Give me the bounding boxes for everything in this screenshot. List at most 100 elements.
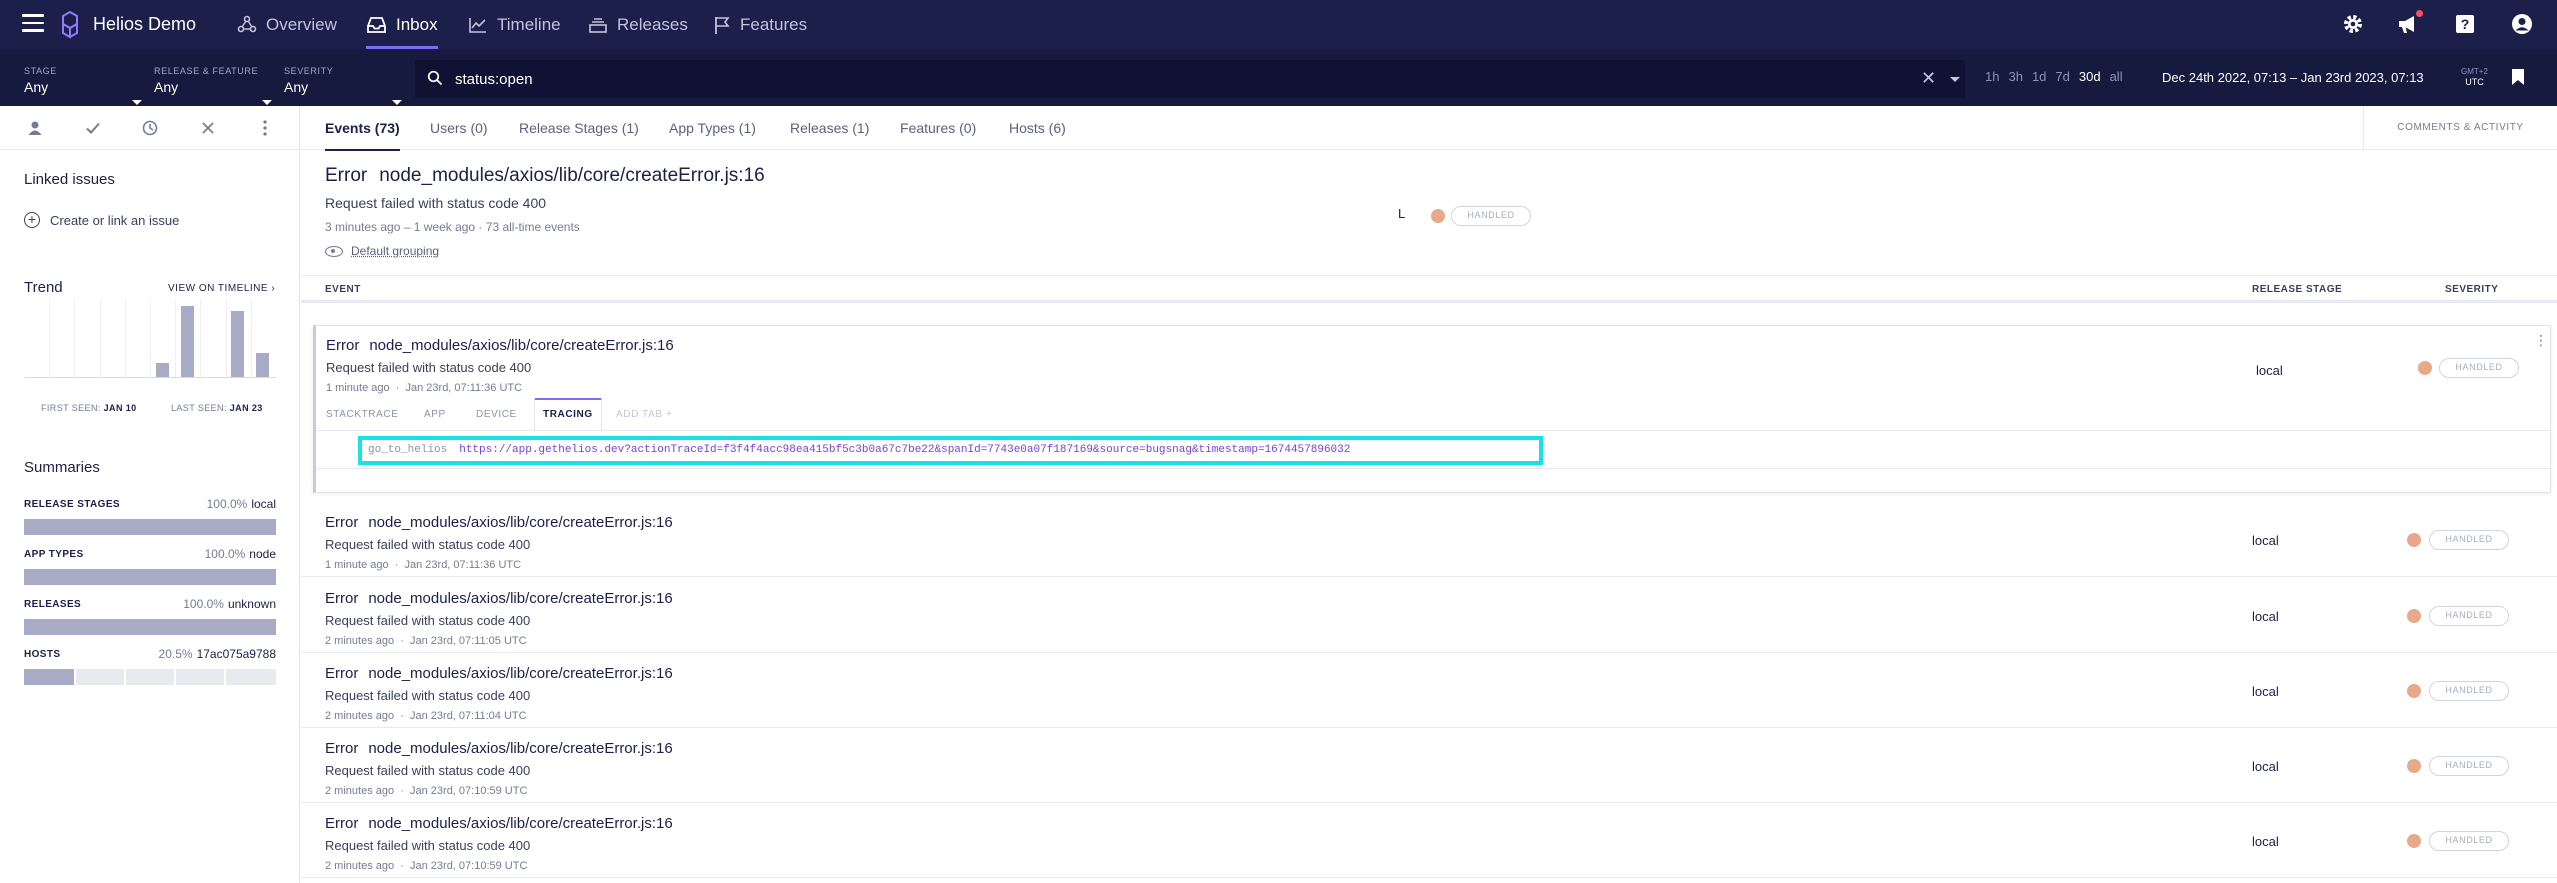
summary-top-value: local [251,497,276,511]
event-detail-tabs: STACKTRACE APP DEVICE TRACING ADD TAB + [316,398,2551,431]
trend-bar[interactable] [155,362,169,377]
range-all[interactable]: all [2110,69,2123,84]
event-row[interactable]: Error node_modules/axios/lib/core/createE… [301,502,2557,577]
event-row[interactable]: Error node_modules/axios/lib/core/createE… [301,578,2557,653]
clear-search-icon[interactable]: ✕ [1921,68,1936,89]
bar-divider [74,669,76,685]
search-input[interactable] [455,68,1835,90]
trend-bar[interactable] [256,353,270,377]
create-link-issue-button[interactable]: + Create or link an issue [24,212,179,228]
handled-badge[interactable]: HANDLED [2429,681,2509,701]
handled-badge[interactable]: HANDLED [1451,206,1531,226]
summary-percent: 100.0% [206,497,248,511]
handled-badge[interactable]: HANDLED [2429,831,2509,851]
stage-filter-label: STAGE [24,66,57,76]
view-on-timeline-link[interactable]: VIEW ON TIMELINE › [168,283,275,294]
error-message: Request failed with status code 400 [325,195,547,211]
nav-item-inbox[interactable]: Inbox [366,0,438,49]
summary-percent: 100.0% [204,547,246,561]
nav-item-features[interactable]: Features [713,0,807,49]
tracing-link[interactable]: https://app.gethelios.dev?actionTraceId=… [459,444,1350,456]
tab-features[interactable]: Features (0) [900,120,976,136]
summary-top-value: 17ac075a9788 [196,647,276,661]
assign-icon[interactable] [23,116,47,140]
bookmark-icon[interactable] [2511,68,2525,86]
handled-badge[interactable]: HANDLED [2429,606,2509,626]
tab-device[interactable]: DEVICE [476,409,517,420]
range-1d[interactable]: 1d [2032,69,2046,84]
handled-badge[interactable]: HANDLED [2429,530,2509,550]
release-feature-filter-value: Any [154,79,179,95]
trend-bar[interactable] [231,310,245,377]
nav-item-releases[interactable]: Releases [588,0,688,49]
event-row[interactable]: Error node_modules/axios/lib/core/createE… [301,653,2557,728]
tab-app[interactable]: APP [424,409,446,420]
range-3h[interactable]: 3h [2008,69,2022,84]
overview-icon [237,15,257,32]
trend-bar[interactable] [180,306,194,377]
event-row[interactable]: Error node_modules/axios/lib/core/createE… [301,803,2557,878]
event-date: Jan 23rd, 07:10:59 UTC [410,860,528,872]
snooze-clock-icon[interactable] [138,116,162,140]
release-feature-filter-label: RELEASE & FEATURE [154,66,259,76]
range-30d[interactable]: 30d [2079,69,2101,84]
brand-name[interactable]: Helios Demo [93,14,196,35]
summary-releases[interactable]: RELEASES 100.0% unknown [24,597,276,635]
trend-title: Trend [24,279,63,296]
event-row[interactable]: Error node_modules/axios/lib/core/createE… [301,728,2557,803]
more-vertical-icon[interactable] [253,116,277,140]
release-feature-filter[interactable]: RELEASE & FEATURE Any [154,66,272,105]
tab-releases[interactable]: Releases (1) [790,120,869,136]
discard-close-icon[interactable] [196,116,220,140]
date-range-picker[interactable]: Dec 24th 2022, 07:13 – Jan 23rd 2023, 07… [2162,70,2424,85]
timezone-toggle[interactable]: GMT+2 UTC [2461,66,2488,88]
resolve-check-icon[interactable] [81,116,105,140]
tab-events[interactable]: Events (73) [325,120,400,151]
summary-release-stages[interactable]: RELEASE STAGES 100.0% local [24,497,276,535]
summary-hosts[interactable]: HOSTS 20.5% 17ac075a9788 [24,647,276,685]
gear-icon[interactable] [2341,12,2365,36]
severity-filter-label: SEVERITY [284,66,334,76]
expanded-event-row[interactable]: Error node_modules/axios/lib/core/createE… [313,325,2551,493]
nav-item-overview[interactable]: Overview [237,0,337,49]
tab-stacktrace[interactable]: STACKTRACE [326,409,399,420]
add-tab-button[interactable]: ADD TAB + [616,409,672,420]
handled-badge[interactable]: HANDLED [2439,358,2519,378]
event-relative-time: 1 minute ago [326,382,390,394]
stage-filter[interactable]: STAGE Any [24,66,142,105]
summary-bar-fill [24,619,276,635]
bar-divider [224,669,226,685]
more-vertical-icon[interactable]: ⋮ [2534,332,2548,349]
tab-tracing[interactable]: TRACING [534,398,602,431]
megaphone-icon[interactable] [2396,10,2423,36]
summary-app-types[interactable]: APP TYPES 100.0% node [24,547,276,585]
trend-gridline [49,299,51,377]
trend-gridline [175,299,177,377]
nav-item-timeline[interactable]: Timeline [468,0,561,49]
event-title: Error node_modules/axios/lib/core/createE… [326,337,674,354]
severity-dot [2407,684,2421,698]
tab-app-types[interactable]: App Types (1) [669,120,756,136]
summary-bar [24,619,276,635]
default-grouping-link[interactable]: Default grouping [325,244,765,258]
hamburger-menu-icon[interactable] [22,14,44,32]
tab-hosts[interactable]: Hosts (6) [1009,120,1066,136]
tab-release-stages[interactable]: Release Stages (1) [519,120,639,136]
search-dropdown-chevron-icon[interactable] [1950,77,1960,82]
range-1h[interactable]: 1h [1985,69,1999,84]
search-bar: ✕ [415,60,1965,98]
flag-icon [715,16,730,34]
event-date: Jan 23rd, 07:11:04 UTC [410,710,527,722]
severity-filter[interactable]: SEVERITY Any [284,66,402,105]
bar-divider [174,669,176,685]
error-meta: 3 minutes ago – 1 week ago · 73 all-time… [325,220,580,234]
event-class: Error [325,740,359,757]
help-icon[interactable]: ? [2453,12,2477,36]
range-7d[interactable]: 7d [2055,69,2069,84]
event-relative-time: 2 minutes ago [325,785,395,797]
handled-badge[interactable]: HANDLED [2429,756,2509,776]
severity-dot [1431,209,1445,223]
comments-activity-tab[interactable]: COMMENTS & ACTIVITY [2363,106,2557,150]
tab-users[interactable]: Users (0) [430,120,488,136]
user-icon[interactable] [2510,12,2534,36]
